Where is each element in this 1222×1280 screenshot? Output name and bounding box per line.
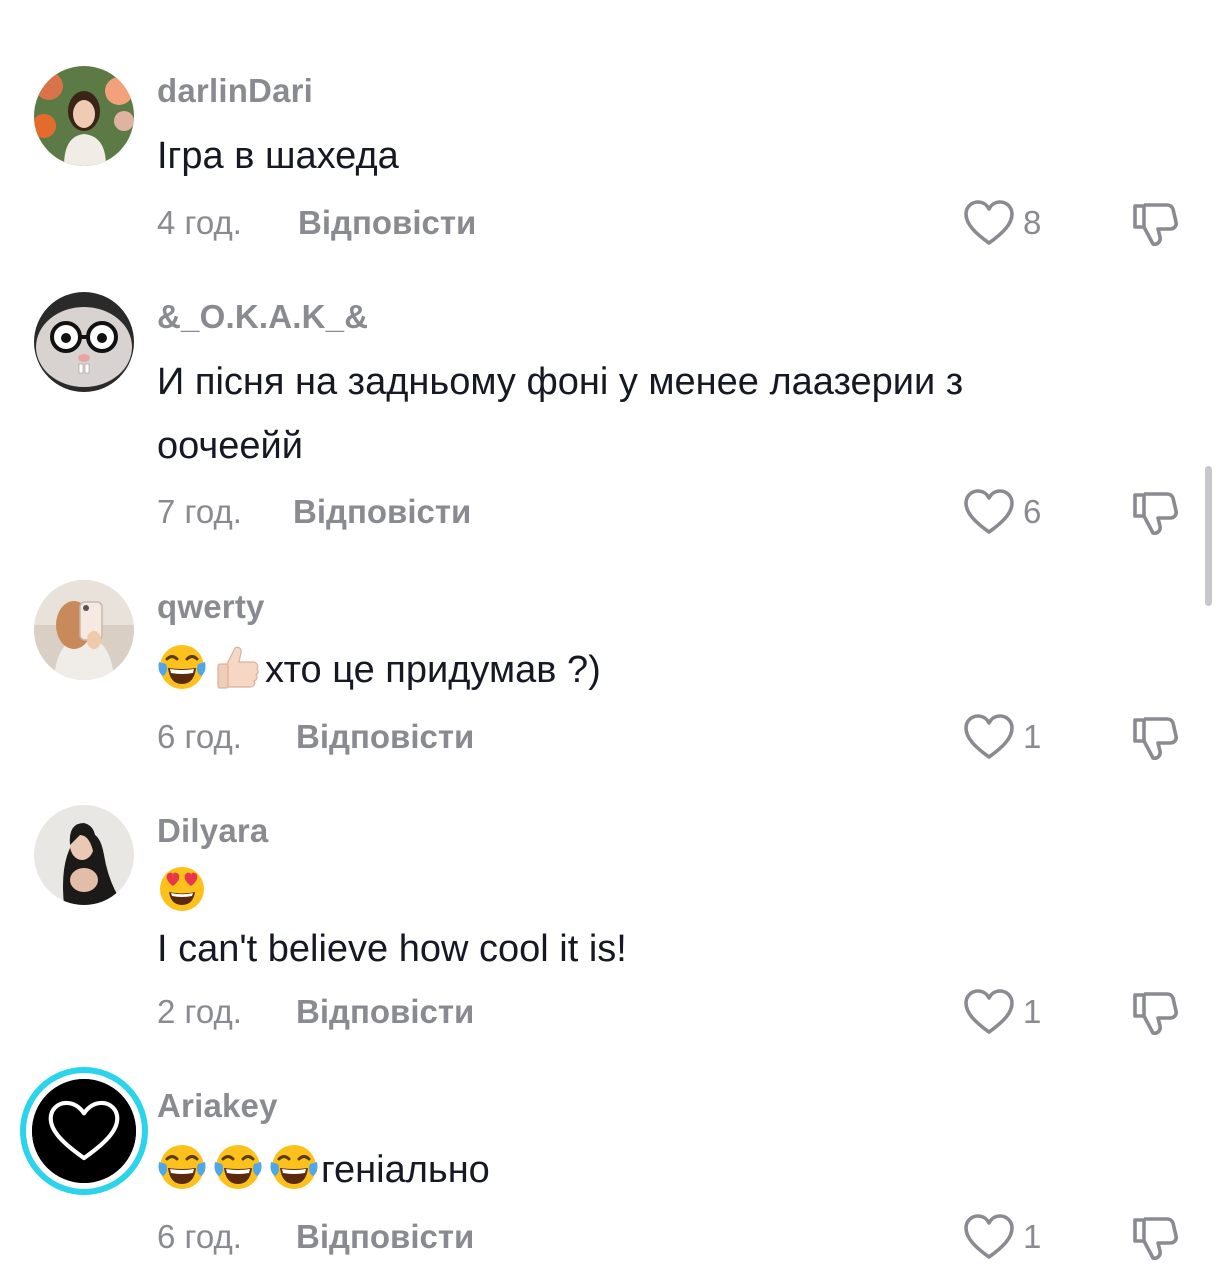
tears-of-joy-emoji-icon — [213, 1142, 263, 1192]
reply-button[interactable]: Відповісти — [293, 493, 471, 531]
like-count: 1 — [1023, 993, 1042, 1030]
dislike-thumb-icon[interactable] — [1129, 712, 1181, 764]
comment-text: геніально — [157, 1138, 1087, 1202]
comment-meta: 4 год. Відповісти 8 — [157, 198, 1187, 248]
tears-of-joy-emoji-icon — [269, 1142, 319, 1192]
reply-button[interactable]: Відповісти — [298, 204, 476, 242]
avatar[interactable] — [34, 66, 134, 166]
like-count: 6 — [1023, 493, 1042, 530]
dislike-thumb-icon[interactable] — [1129, 1212, 1181, 1264]
avatar[interactable] — [34, 580, 134, 680]
comment-text — [157, 860, 1087, 924]
avatar-image — [34, 292, 134, 392]
timestamp: 4 год. — [157, 204, 242, 241]
comment-text: I can't believe how cool it is! — [157, 917, 1087, 981]
heart-eyes-emoji-icon — [157, 864, 207, 914]
heart-icon — [32, 1079, 136, 1183]
scrollbar[interactable] — [1205, 466, 1212, 606]
comment-text: И пісня на задньому фоні у менее лаазери… — [157, 350, 1087, 478]
like-count: 8 — [1023, 204, 1042, 241]
comment-text-content: Ігра в шахеда — [157, 135, 399, 177]
like-heart-icon[interactable] — [963, 198, 1015, 248]
timestamp: 7 год. — [157, 493, 242, 530]
comment-text-content: геніально — [321, 1149, 490, 1191]
timestamp: 6 год. — [157, 1218, 242, 1255]
avatar-story-ring[interactable] — [20, 1067, 148, 1195]
avatar[interactable] — [34, 292, 134, 392]
avatar-image — [34, 580, 134, 680]
username[interactable]: qwerty — [157, 588, 265, 626]
dislike-thumb-icon[interactable] — [1129, 487, 1181, 539]
comment-meta: 6 год. Відповісти 1 — [157, 712, 1187, 762]
dislike-thumb-icon[interactable] — [1129, 198, 1181, 250]
avatar-image — [34, 66, 134, 166]
username[interactable]: &_O.K.A.K_& — [157, 298, 368, 336]
like-heart-icon[interactable] — [963, 987, 1015, 1037]
avatar[interactable] — [34, 805, 134, 905]
reply-button[interactable]: Відповісти — [296, 993, 474, 1031]
like-count: 1 — [1023, 1218, 1042, 1255]
reply-button[interactable]: Відповісти — [296, 1218, 474, 1256]
like-heart-icon[interactable] — [963, 712, 1015, 762]
comment-text-content: I can't believe how cool it is! — [157, 928, 627, 970]
comment-text: хто це придумав ?) — [157, 638, 1087, 702]
thumbs-up-emoji-icon — [213, 642, 263, 692]
like-heart-icon[interactable] — [963, 1212, 1015, 1262]
comment-meta: 2 год. Відповісти 1 — [157, 987, 1187, 1037]
avatar-image — [34, 805, 134, 905]
tears-of-joy-emoji-icon — [157, 1142, 207, 1192]
like-count: 1 — [1023, 718, 1042, 755]
timestamp: 2 год. — [157, 993, 242, 1030]
dislike-thumb-icon[interactable] — [1129, 987, 1181, 1039]
like-heart-icon[interactable] — [963, 487, 1015, 537]
timestamp: 6 год. — [157, 718, 242, 755]
username[interactable]: Ariakey — [157, 1087, 278, 1125]
comment-text: Ігра в шахеда — [157, 124, 1087, 188]
username[interactable]: Dilyara — [157, 812, 268, 850]
comment-text-content: хто це придумав ?) — [265, 649, 601, 691]
username[interactable]: darlinDari — [157, 72, 313, 110]
reply-button[interactable]: Відповісти — [296, 718, 474, 756]
avatar — [32, 1079, 136, 1183]
tears-of-joy-emoji-icon — [157, 642, 207, 692]
comment-text-content: И пісня на задньому фоні у менее лаазери… — [157, 361, 964, 467]
comment-meta: 6 год. Відповісти 1 — [157, 1212, 1187, 1262]
comment-meta: 7 год. Відповісти 6 — [157, 487, 1187, 537]
